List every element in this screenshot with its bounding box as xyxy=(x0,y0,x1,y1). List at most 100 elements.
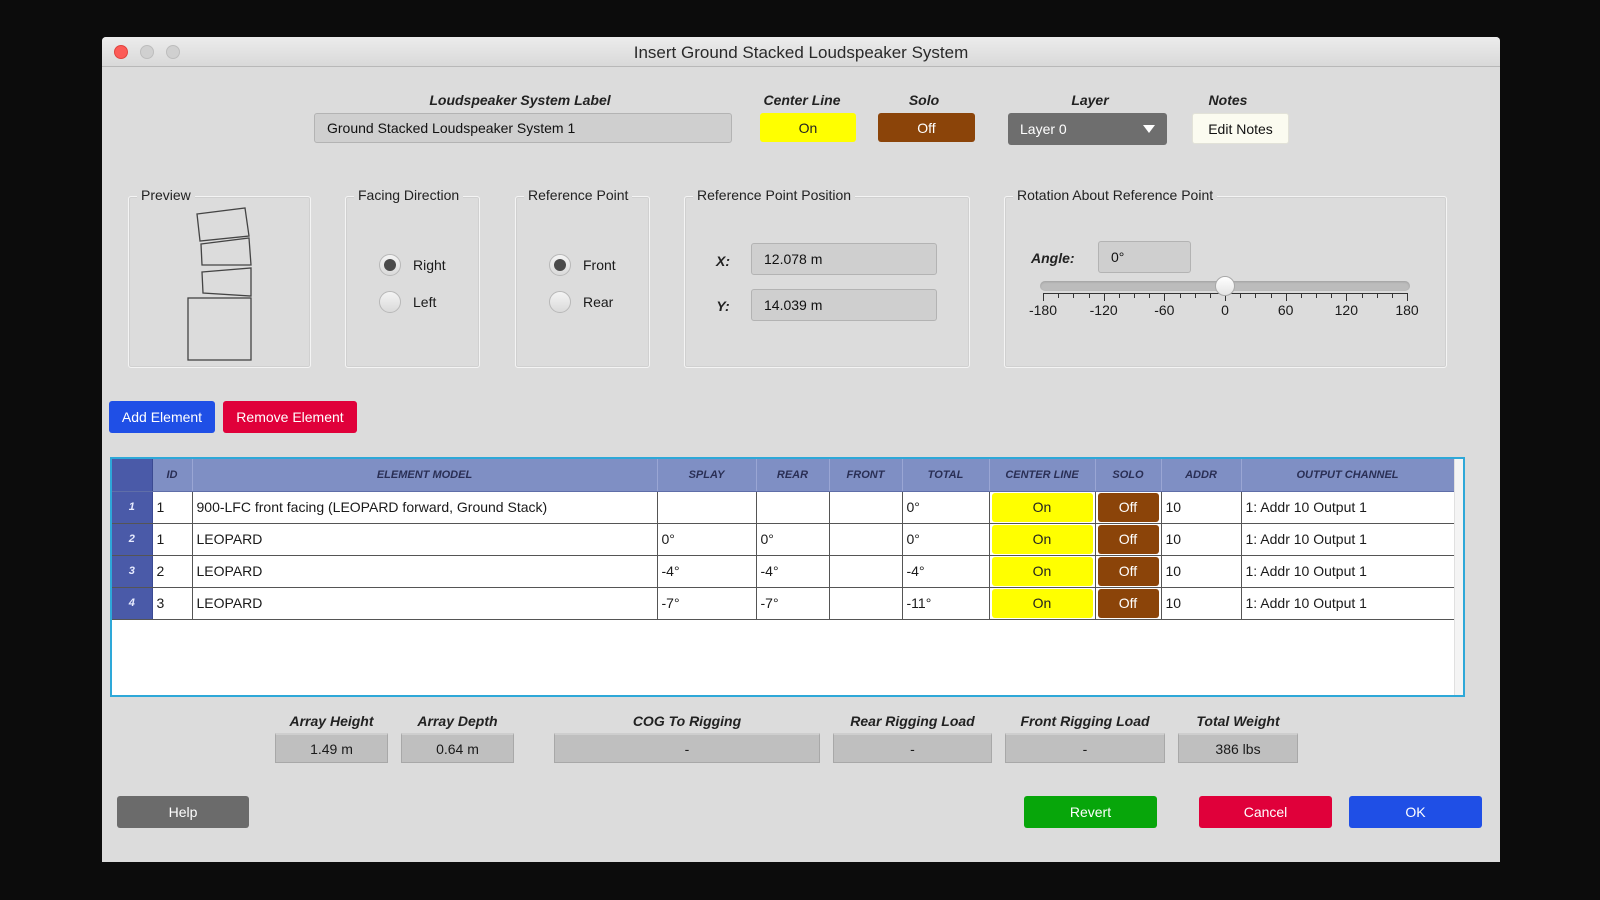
addr-cell[interactable]: 10 xyxy=(1161,587,1242,620)
splay-cell[interactable] xyxy=(657,491,757,524)
row-number[interactable]: 2 xyxy=(112,523,153,556)
front-cell[interactable] xyxy=(829,555,903,588)
center-line-cell[interactable]: On xyxy=(989,587,1096,620)
total-cell[interactable]: 0° xyxy=(902,523,990,556)
row-center-line-toggle[interactable]: On xyxy=(991,524,1093,554)
rear-cell[interactable] xyxy=(756,491,830,524)
column-header[interactable]: ADDR xyxy=(1161,459,1242,492)
reference-position-title: Reference Point Position xyxy=(693,187,856,203)
output-cell[interactable]: 1: Addr 10 Output 1 xyxy=(1241,555,1455,588)
addr-cell[interactable]: 10 xyxy=(1161,491,1242,524)
addr-cell[interactable]: 10 xyxy=(1161,555,1242,588)
row-center-line-toggle[interactable]: On xyxy=(991,588,1093,618)
facing-left-radio[interactable]: Left xyxy=(379,291,436,313)
front-cell[interactable] xyxy=(829,491,903,524)
x-position-input[interactable]: 12.078 m xyxy=(751,243,937,275)
id-cell[interactable]: 1 xyxy=(152,523,193,556)
column-header[interactable]: ELEMENT MODEL xyxy=(192,459,658,492)
solo-cell[interactable]: Off xyxy=(1095,587,1162,620)
solo-cell[interactable]: Off xyxy=(1095,555,1162,588)
row-center-line-toggle[interactable]: On xyxy=(991,492,1093,522)
front-cell[interactable] xyxy=(829,587,903,620)
system-label-input[interactable]: Ground Stacked Loudspeaker System 1 xyxy=(314,113,732,143)
major-tick xyxy=(1407,293,1408,301)
center-line-cell[interactable]: On xyxy=(989,555,1096,588)
angle-input[interactable]: 0° xyxy=(1098,241,1191,273)
output-cell[interactable]: 1: Addr 10 Output 1 xyxy=(1241,523,1455,556)
help-button[interactable]: Help xyxy=(117,796,249,828)
model-cell[interactable]: LEOPARD xyxy=(192,555,658,588)
solo-cell[interactable]: Off xyxy=(1095,523,1162,556)
table-header-row: ID ELEMENT MODEL SPLAY REAR FRONT TOTAL CENTER… xyxy=(112,459,1455,492)
y-label: Y: xyxy=(716,298,730,314)
model-cell[interactable]: LEOPARD xyxy=(192,587,658,620)
splay-cell[interactable]: -7° xyxy=(657,587,757,620)
center-line-toggle[interactable]: On xyxy=(760,113,856,142)
center-line-cell[interactable]: On xyxy=(989,523,1096,556)
model-cell[interactable]: 900-LFC front facing (LEOPARD forward, G… xyxy=(192,491,658,524)
cancel-button[interactable]: Cancel xyxy=(1199,796,1332,828)
row-solo-toggle[interactable]: Off xyxy=(1097,556,1159,586)
radio-unchecked-icon[interactable] xyxy=(379,291,401,313)
add-element-button[interactable]: Add Element xyxy=(109,401,215,433)
column-header[interactable]: FRONT xyxy=(829,459,903,492)
row-number-header[interactable] xyxy=(112,459,153,492)
rotation-slider-thumb[interactable] xyxy=(1215,276,1235,296)
column-header[interactable]: CENTER LINE xyxy=(989,459,1096,492)
remove-element-button[interactable]: Remove Element xyxy=(223,401,357,433)
rear-cell[interactable]: -4° xyxy=(756,555,830,588)
chevron-down-icon xyxy=(1143,125,1155,133)
row-solo-toggle[interactable]: Off xyxy=(1097,588,1159,618)
y-position-input[interactable]: 14.039 m xyxy=(751,289,937,321)
total-cell[interactable]: 0° xyxy=(902,491,990,524)
facing-right-radio[interactable]: Right xyxy=(379,254,446,276)
tick-label: 120 xyxy=(1334,302,1359,318)
row-center-line-toggle[interactable]: On xyxy=(991,556,1093,586)
solo-toggle[interactable]: Off xyxy=(878,113,975,142)
total-cell[interactable]: -11° xyxy=(902,587,990,620)
output-cell[interactable]: 1: Addr 10 Output 1 xyxy=(1241,587,1455,620)
table-row[interactable]: 3 2 LEOPARD -4° -4° -4° On Off 10 1: Addr 10 Outp… xyxy=(112,555,1455,588)
row-number[interactable]: 4 xyxy=(112,587,153,620)
row-number[interactable]: 1 xyxy=(112,491,153,524)
reference-front-radio[interactable]: Front xyxy=(549,254,616,276)
splay-cell[interactable]: -4° xyxy=(657,555,757,588)
layer-select[interactable]: Layer 0 xyxy=(1008,113,1167,145)
id-cell[interactable]: 1 xyxy=(152,491,193,524)
rear-cell[interactable]: 0° xyxy=(756,523,830,556)
column-header[interactable]: SOLO xyxy=(1095,459,1162,492)
table-row[interactable]: 4 3 LEOPARD -7° -7° -11° On Off 10 1: Addr 10 Out… xyxy=(112,587,1455,620)
table-row[interactable]: 2 1 LEOPARD 0° 0° 0° On Off 10 1: Addr 10 Output … xyxy=(112,523,1455,556)
total-cell[interactable]: -4° xyxy=(902,555,990,588)
row-number[interactable]: 3 xyxy=(112,555,153,588)
table-scrollbar[interactable] xyxy=(1454,459,1463,695)
summary-label: Front Rigging Load xyxy=(1020,713,1150,729)
column-header[interactable]: REAR xyxy=(756,459,830,492)
output-cell[interactable]: 1: Addr 10 Output 1 xyxy=(1241,491,1455,524)
rear-cell[interactable]: -7° xyxy=(756,587,830,620)
edit-notes-button[interactable]: Edit Notes xyxy=(1192,113,1289,144)
solo-cell[interactable]: Off xyxy=(1095,491,1162,524)
center-line-cell[interactable]: On xyxy=(989,491,1096,524)
id-cell[interactable]: 2 xyxy=(152,555,193,588)
column-header[interactable]: SPLAY xyxy=(657,459,757,492)
reference-rear-radio[interactable]: Rear xyxy=(549,291,613,313)
radio-checked-icon[interactable] xyxy=(379,254,401,276)
summary-value: 386 lbs xyxy=(1178,733,1298,763)
row-solo-toggle[interactable]: Off xyxy=(1097,524,1159,554)
revert-button[interactable]: Revert xyxy=(1024,796,1157,828)
column-header[interactable]: TOTAL xyxy=(902,459,990,492)
column-header[interactable]: OUTPUT CHANNEL xyxy=(1241,459,1455,492)
column-header[interactable]: ID xyxy=(152,459,193,492)
row-solo-toggle[interactable]: Off xyxy=(1097,492,1159,522)
addr-cell[interactable]: 10 xyxy=(1161,523,1242,556)
tick-label: 0 xyxy=(1221,302,1229,318)
radio-unchecked-icon[interactable] xyxy=(549,291,571,313)
ok-button[interactable]: OK xyxy=(1349,796,1482,828)
splay-cell[interactable]: 0° xyxy=(657,523,757,556)
model-cell[interactable]: LEOPARD xyxy=(192,523,658,556)
radio-checked-icon[interactable] xyxy=(549,254,571,276)
front-cell[interactable] xyxy=(829,523,903,556)
id-cell[interactable]: 3 xyxy=(152,587,193,620)
table-row[interactable]: 1 1 900-LFC front facing (LEOPARD forward,… xyxy=(112,491,1455,524)
